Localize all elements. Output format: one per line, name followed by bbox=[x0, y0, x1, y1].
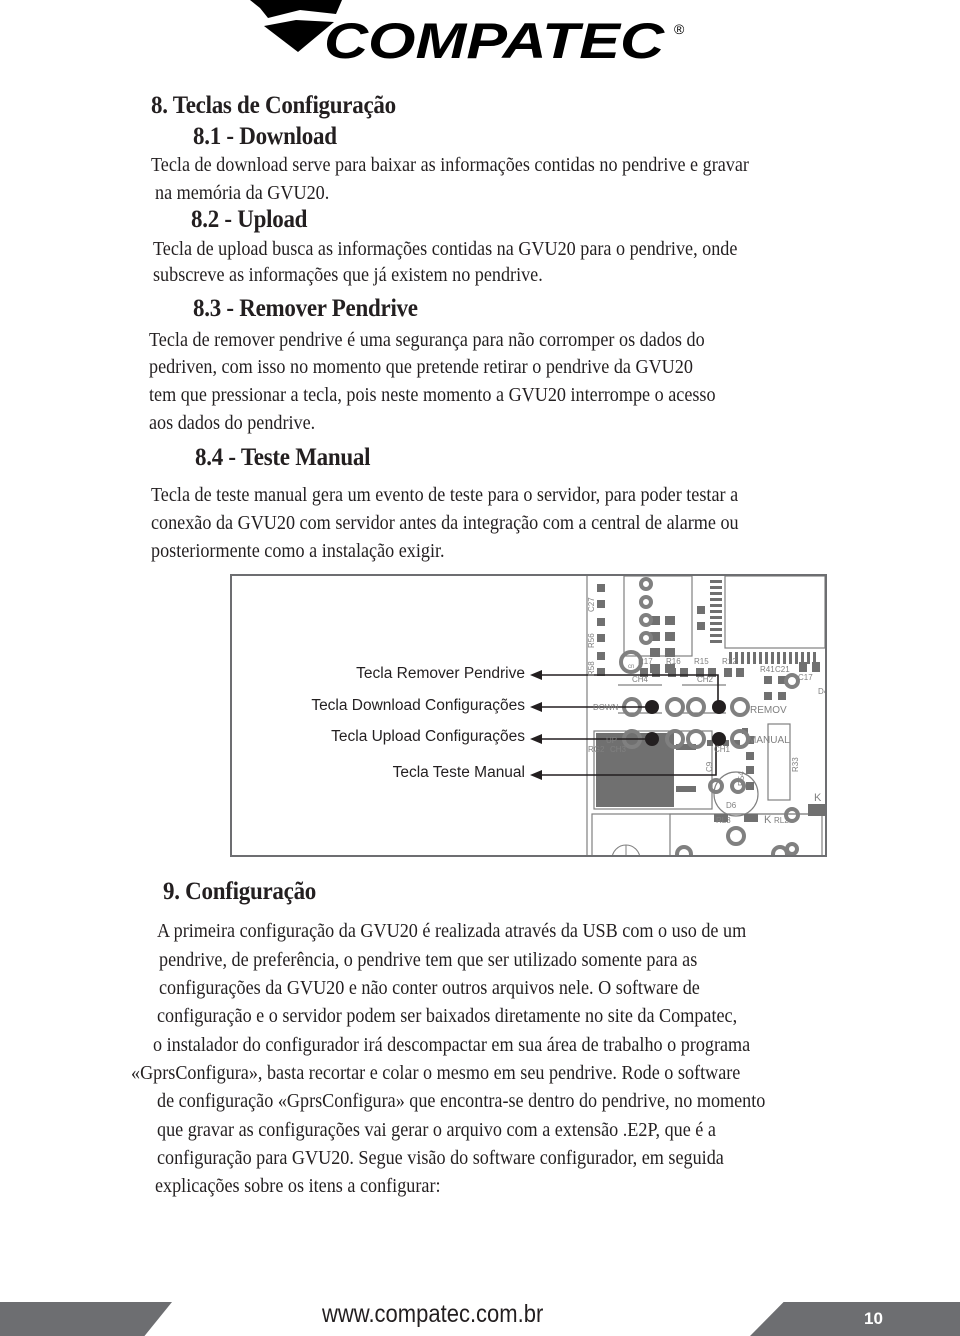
pcb-label-manual: MANUAL bbox=[748, 735, 790, 746]
pcb-label-r12: R12 bbox=[722, 657, 737, 666]
pcb-label-k: K bbox=[764, 814, 772, 826]
arrow-left-icon bbox=[530, 670, 542, 680]
section-9-line: A primeira configuração da GVU20 é reali… bbox=[157, 921, 747, 942]
section-8-2-line: subscreve as informações que já existem … bbox=[153, 265, 543, 286]
arrow-heads bbox=[530, 670, 542, 780]
section-8-4-title: 8.4 - Teste Manual bbox=[195, 444, 371, 471]
page-number: 10 bbox=[864, 1309, 883, 1328]
section-8-3-line: pedriven, com isso no momento que preten… bbox=[149, 357, 693, 378]
pcb-label-ch1: CH1 bbox=[714, 745, 731, 754]
pcb-label-r16: R16 bbox=[666, 657, 681, 666]
arrow-left-icon bbox=[530, 734, 542, 744]
pcb-label-r33: R33 bbox=[791, 757, 800, 772]
section-8-4-line: conexão da GVU20 com servidor antes da i… bbox=[151, 513, 739, 534]
section-8-3-line: tem que pressionar a tecla, pois neste m… bbox=[149, 385, 716, 406]
pcb-label-remov: REMOV bbox=[750, 705, 787, 716]
pcb-label-ch3: CH3 bbox=[610, 745, 627, 754]
pcb-keys-diagram: DOWN UP REMOV MANUAL CH4 CH2 CH3 CH1 RG2… bbox=[230, 574, 827, 857]
arrow-left-icon bbox=[530, 702, 542, 712]
pcb-label-up: UP bbox=[606, 736, 617, 745]
pcb-label-r58: R58 bbox=[587, 661, 596, 676]
section-8-4-line: posteriormente como a instalação exigir. bbox=[151, 541, 445, 562]
compatec-logo: COMPATEC ® bbox=[240, 0, 700, 70]
pcb-label-d6: D6 bbox=[726, 801, 737, 810]
pcb-label-d4: D4 bbox=[818, 687, 827, 696]
registered-mark: ® bbox=[674, 21, 685, 37]
pcb-label-c27: C27 bbox=[587, 597, 596, 612]
section-9-line: configurações da GVU20 e não conter outr… bbox=[159, 978, 700, 999]
manual-pin-dot bbox=[712, 732, 726, 746]
section-9-line: configuração e o servidor podem ser baix… bbox=[157, 1006, 738, 1027]
section-8-3-line: Tecla de remover pendrive é uma seguranç… bbox=[149, 330, 705, 351]
pcb-label-r54: R54 bbox=[737, 771, 746, 786]
section-8-1-line: Tecla de download serve para baixar as i… bbox=[151, 155, 749, 176]
key-pin-dots bbox=[645, 700, 726, 746]
section-8-1-title: 8.1 - Download bbox=[193, 123, 337, 150]
pcb-label-c17: C17 bbox=[798, 673, 813, 682]
section-9-line: pendrive, de preferência, o pendrive tem… bbox=[159, 950, 698, 971]
pcb-label-down: DOWN bbox=[593, 703, 619, 712]
pcb-label-cn: cn bbox=[628, 664, 634, 670]
pcb-label-r15: R15 bbox=[694, 657, 709, 666]
callout-remove-pendrive: Tecla Remover Pendrive bbox=[356, 665, 525, 682]
pcb-label-rl3: RL3 bbox=[716, 816, 731, 825]
pcb-label-r41: R41 bbox=[760, 665, 775, 674]
callout-teste-manual: Tecla Teste Manual bbox=[392, 764, 525, 781]
section-8-4-line: Tecla de teste manual gera um evento de … bbox=[151, 485, 739, 506]
section-8-3-line: aos dados do pendrive. bbox=[149, 413, 316, 434]
section-9-line: o instalador do configurador irá descomp… bbox=[153, 1035, 751, 1056]
pcb-label-ch2: CH2 bbox=[697, 675, 714, 684]
section-9-line: «GprsConfigura», basta recortar e colar … bbox=[131, 1063, 741, 1084]
pcb-label-ch4: CH4 bbox=[632, 675, 649, 684]
pcb-label-k2: K bbox=[814, 792, 822, 804]
section-9-title: 9. Configuração bbox=[163, 878, 317, 905]
remove-pin-dot bbox=[712, 700, 726, 714]
section-9-line: configuração para GVU20. Segue visão do … bbox=[157, 1148, 724, 1169]
pcb-label-rl2: RL2 bbox=[774, 816, 789, 825]
section-9-line: que gravar as configurações vai gerar o … bbox=[157, 1120, 716, 1141]
section-9-line: explicações sobre os itens a configurar: bbox=[155, 1176, 441, 1197]
section-9-line: de configuração «GprsConfigura» que enco… bbox=[157, 1091, 766, 1112]
footer-url[interactable]: www.compatec.com.br bbox=[322, 1300, 543, 1329]
pcb-label-c21: C21 bbox=[775, 665, 790, 674]
section-8-2-line: Tecla de upload busca as informações con… bbox=[153, 239, 738, 260]
chip-outline bbox=[724, 576, 825, 649]
pcb-label-r56: R56 bbox=[587, 633, 596, 648]
footer-band-right bbox=[750, 1302, 960, 1336]
section-8-title: 8. Teclas de Configuração bbox=[151, 92, 396, 119]
callout-upload-configuracoes: Tecla Upload Configurações bbox=[331, 728, 525, 745]
pcb-label-rg2: RG2 bbox=[588, 745, 605, 754]
logo-wordmark: COMPATEC bbox=[324, 13, 665, 69]
callout-download-configuracoes: Tecla Download Configurações bbox=[311, 697, 525, 714]
chip-pins bbox=[710, 580, 816, 664]
footer-band-left bbox=[0, 1302, 172, 1336]
pcb-label-c9: C9 bbox=[705, 761, 714, 772]
pcb-label-r17: R17 bbox=[638, 657, 653, 666]
arrow-left-icon bbox=[530, 770, 542, 780]
pcb-drawing: DOWN UP REMOV MANUAL CH4 CH2 CH3 CH1 RG2… bbox=[530, 576, 827, 855]
section-8-3-title: 8.3 - Remover Pendrive bbox=[193, 295, 418, 322]
section-8-1-line: na memória da GVU20. bbox=[155, 183, 330, 204]
through-holes bbox=[619, 577, 800, 855]
section-8-2-title: 8.2 - Upload bbox=[191, 206, 308, 233]
